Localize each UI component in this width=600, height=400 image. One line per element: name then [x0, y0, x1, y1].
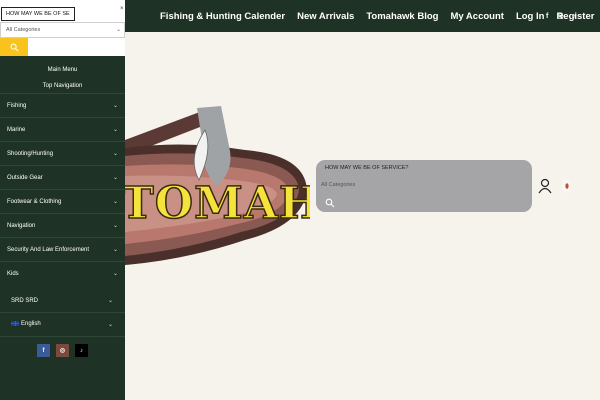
sidebar-item-navigation[interactable]: Navigation ⌄: [0, 213, 125, 237]
nav-fishing-hunting-calender[interactable]: Fishing & Hunting Calender: [160, 11, 285, 22]
sidebar-item-marine[interactable]: Marine ⌄: [0, 117, 125, 141]
facebook-icon[interactable]: f: [37, 344, 50, 357]
sidebar-options: SRD SRD ⌄ English ⌄: [0, 289, 125, 337]
search-card-title: HOW MAY WE BE OF SERVICE?: [325, 165, 409, 171]
social-links-top: f ◎ ♪: [546, 0, 576, 32]
close-icon[interactable]: ×: [120, 6, 124, 12]
instagram-icon[interactable]: ◎: [56, 344, 69, 357]
chevron-down-icon: ⌄: [107, 322, 113, 328]
sidebar-item-kids[interactable]: Kids ⌄: [0, 261, 125, 285]
user-account-icon[interactable]: [538, 178, 552, 194]
sidebar-category-select[interactable]: All Categories ⌄: [0, 22, 125, 38]
chevron-down-icon: ⌄: [112, 151, 118, 157]
sidebar-item-outside-gear[interactable]: Outside Gear ⌄: [0, 165, 125, 189]
nav-new-arrivals[interactable]: New Arrivals: [297, 11, 354, 22]
tomahawk-logo[interactable]: TOMAHAWK: [120, 100, 445, 270]
facebook-icon[interactable]: f: [546, 13, 548, 20]
sidebar-item-label: Outside Gear: [7, 174, 43, 181]
chevron-down-icon: ⌄: [112, 223, 118, 229]
chevron-down-icon: ⌄: [107, 298, 113, 304]
uk-flag-icon: [11, 321, 19, 327]
search-icon: [10, 43, 18, 51]
search-category-select[interactable]: All Categories: [321, 182, 355, 188]
tab-main-menu[interactable]: Main Menu: [0, 62, 125, 78]
chevron-down-icon: ⌄: [112, 271, 118, 277]
language-selector[interactable]: English ⌄: [0, 313, 125, 337]
language-option: English: [11, 321, 41, 328]
sidebar-item-fishing[interactable]: Fishing ⌄: [0, 93, 125, 117]
nav-log-in[interactable]: Log In: [516, 11, 545, 22]
chevron-down-icon: ⌄: [112, 247, 118, 253]
tiktok-icon[interactable]: ♪: [75, 344, 88, 357]
search-icon[interactable]: [325, 198, 335, 208]
sidebar-item-security[interactable]: Security And Law Enforcement ⌄: [0, 237, 125, 261]
sidebar-search-button[interactable]: [0, 38, 28, 56]
tab-top-navigation[interactable]: Top Navigation: [0, 78, 125, 94]
tiktok-icon[interactable]: ♪: [573, 13, 577, 20]
sidebar-search-area: HOW MAY WE BE OF SE × All Categories ⌄: [0, 0, 125, 56]
currency-selector[interactable]: SRD SRD ⌄: [0, 289, 125, 313]
menu-tabs: Main Menu Top Navigation: [0, 62, 125, 94]
instagram-icon[interactable]: ◎: [557, 12, 563, 20]
tomahawk-logo-graphic: TOMAHAWK: [120, 106, 445, 265]
chevron-down-icon: ⌄: [112, 175, 118, 181]
sidebar-item-footwear-clothing[interactable]: Footwear & Clothing ⌄: [0, 189, 125, 213]
cart-icon[interactable]: [560, 177, 574, 195]
sidebar-item-label: Marine: [7, 126, 26, 133]
sidebar-category-select-value: All Categories: [6, 27, 41, 33]
sidebar-item-label: Shooting/Hunting: [7, 150, 54, 157]
sidebar-item-label: Footwear & Clothing: [7, 198, 62, 205]
sidebar-item-label: Kids: [7, 270, 19, 277]
currency-label: SRD SRD: [11, 297, 39, 304]
logo-text: TOMAHAWK: [125, 178, 310, 229]
category-menu: Fishing ⌄ Marine ⌄ Shooting/Hunting ⌄ Outsi…: [0, 93, 125, 285]
chevron-down-icon: ⌄: [115, 27, 121, 33]
chevron-down-icon: ⌄: [112, 103, 118, 109]
sidebar-item-label: Fishing: [7, 102, 27, 109]
sidebar-search-input[interactable]: HOW MAY WE BE OF SE: [1, 7, 75, 21]
mobile-sidebar: HOW MAY WE BE OF SE × All Categories ⌄ M…: [0, 0, 125, 400]
sidebar-item-shooting-hunting[interactable]: Shooting/Hunting ⌄: [0, 141, 125, 165]
chevron-down-icon: ⌄: [112, 199, 118, 205]
search-card: HOW MAY WE BE OF SERVICE? All Categories: [316, 160, 532, 212]
nav-my-account[interactable]: My Account: [450, 11, 503, 22]
chevron-down-icon: ⌄: [112, 127, 118, 133]
social-links-sidebar: f ◎ ♪: [37, 344, 88, 357]
sidebar-item-label: Security And Law Enforcement: [7, 246, 90, 253]
sidebar-item-label: Navigation: [7, 222, 36, 229]
nav-tomahawk-blog[interactable]: Tomahawk Blog: [366, 11, 438, 22]
language-label: English: [21, 321, 41, 328]
top-navigation: Fishing & Hunting Calender New Arrivals …: [160, 0, 594, 32]
